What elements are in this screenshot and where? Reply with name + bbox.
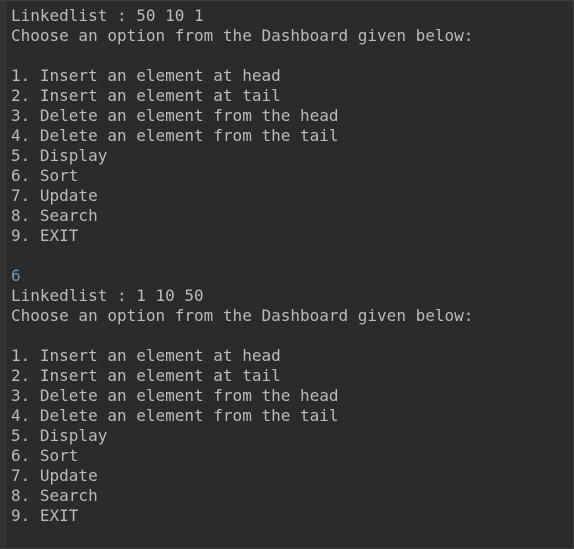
- console-line: 2. Insert an element at tail: [11, 366, 281, 385]
- console-line: 3. Delete an element from the head: [11, 386, 339, 405]
- console-line: Choose an option from the Dashboard give…: [11, 306, 474, 325]
- console-line: 7. Update: [11, 186, 98, 205]
- console-line: 2. Insert an element at tail: [11, 86, 281, 105]
- console-line: Linkedlist : 50 10 1: [11, 6, 204, 25]
- console-line: 4. Delete an element from the tail: [11, 406, 339, 425]
- console-line: 6. Sort: [11, 446, 79, 465]
- console-line: 7. Update: [11, 466, 98, 485]
- console-line: 1. Insert an element at head: [11, 66, 281, 85]
- console-output[interactable]: Linkedlist : 50 10 1 Choose an option fro…: [11, 6, 473, 526]
- console-gutter: [0, 1, 6, 548]
- console-line: 5. Display: [11, 146, 108, 165]
- console-line: 5. Display: [11, 426, 108, 445]
- console-window[interactable]: Linkedlist : 50 10 1 Choose an option fro…: [0, 0, 574, 549]
- console-line: 1. Insert an element at head: [11, 346, 281, 365]
- console-user-input: 6: [11, 266, 21, 285]
- console-line: Linkedlist : 1 10 50: [11, 286, 204, 305]
- console-line: Choose an option from the Dashboard give…: [11, 26, 474, 45]
- console-line: 4. Delete an element from the tail: [11, 126, 339, 145]
- console-line: 6. Sort: [11, 166, 79, 185]
- console-line: 3. Delete an element from the head: [11, 106, 339, 125]
- console-line: 8. Search: [11, 206, 98, 225]
- console-line: 9. EXIT: [11, 506, 79, 525]
- console-line: 9. EXIT: [11, 226, 79, 245]
- console-line: 8. Search: [11, 486, 98, 505]
